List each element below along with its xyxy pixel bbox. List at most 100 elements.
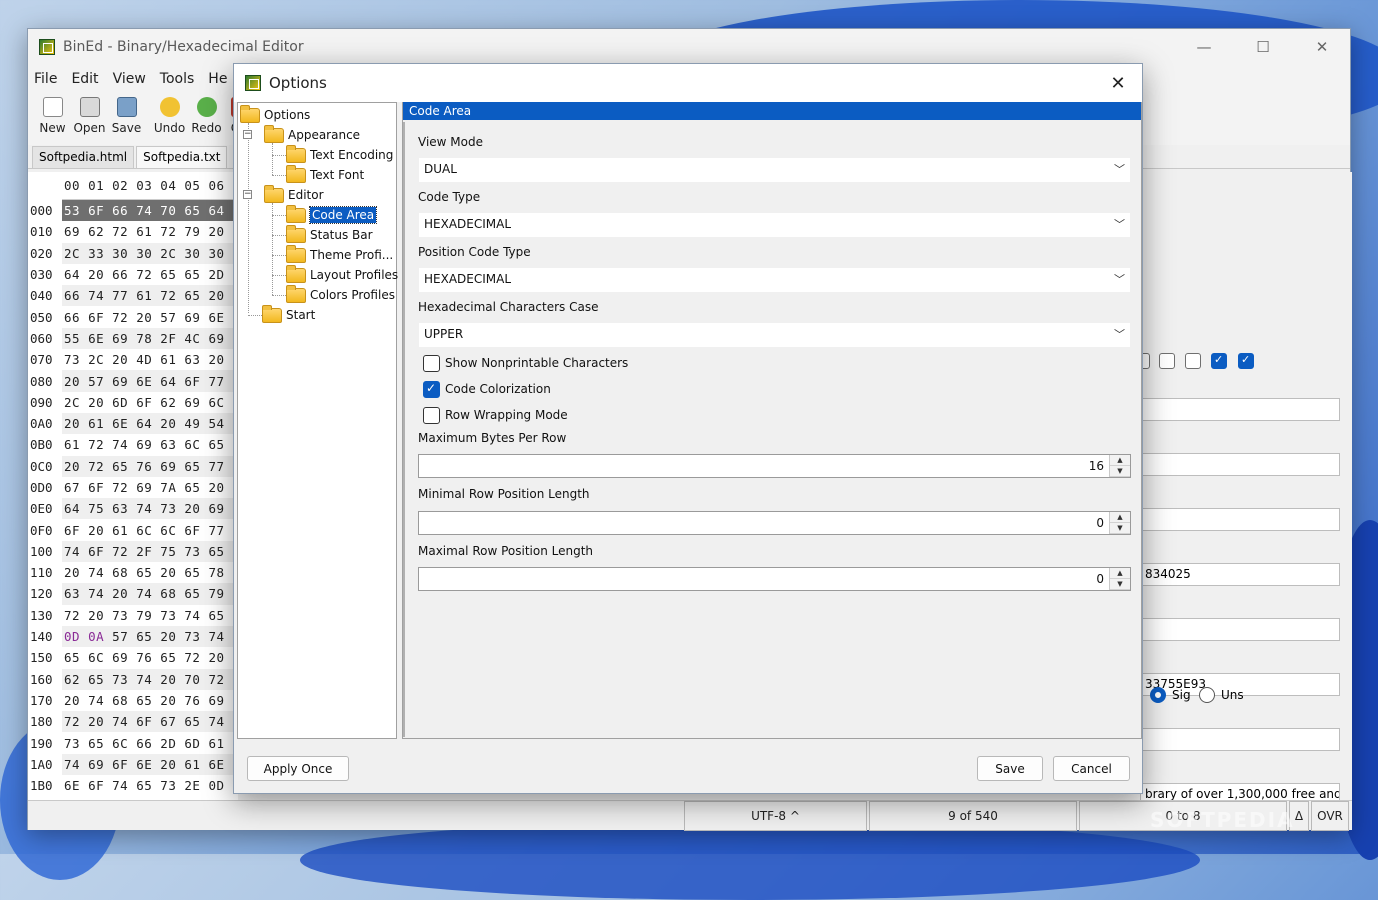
- row-bytes[interactable]: 64 20 66 72 65 65 2D: [62, 263, 238, 286]
- edit-mode-status[interactable]: OVR: [1311, 801, 1349, 831]
- hex-row[interactable]: 080 20 57 69 6E 64 6F 77: [28, 370, 238, 392]
- apply-once-button[interactable]: Apply Once: [247, 756, 349, 781]
- hex-row[interactable]: 150 65 6C 69 76 65 72 20: [28, 647, 238, 669]
- hex-row[interactable]: 090 2C 20 6D 6F 62 69 6C: [28, 391, 238, 413]
- tree-item-theme-profiles[interactable]: Theme Profi...: [286, 244, 393, 265]
- row-bytes[interactable]: 74 6F 72 2F 75 73 65: [62, 540, 238, 563]
- encoding-status[interactable]: UTF-8 ^: [684, 801, 867, 831]
- hex-row[interactable]: 0F0 6F 20 61 6C 6C 6F 77: [28, 519, 238, 541]
- value-field[interactable]: [1140, 728, 1340, 751]
- tab-softpedia-txt[interactable]: Softpedia.txt: [136, 146, 228, 168]
- max-row-pos-spinner[interactable]: 0 ▲ ▼: [418, 567, 1131, 591]
- hex-row[interactable]: 160 62 65 73 74 20 70 72: [28, 668, 238, 690]
- tree-item-colors-profiles[interactable]: Colors Profiles: [286, 284, 395, 305]
- hex-code-area[interactable]: 00 01 02 03 04 05 06 000 53 6F 66 74 70 6…: [28, 172, 238, 800]
- value-field[interactable]: [1140, 398, 1340, 421]
- hex-row[interactable]: 050 66 6F 72 20 57 69 6E: [28, 306, 238, 328]
- maximize-button[interactable]: ☐: [1234, 29, 1292, 65]
- new-button[interactable]: New: [34, 93, 71, 135]
- collapse-appearance-toggle[interactable]: −: [243, 130, 252, 139]
- value-checkbox-checked[interactable]: [1238, 353, 1254, 369]
- menu-file[interactable]: File: [34, 71, 57, 87]
- hex-row[interactable]: 120 63 74 20 74 68 65 79: [28, 583, 238, 605]
- menu-help[interactable]: He: [208, 71, 227, 87]
- row-bytes[interactable]: 69 62 72 61 72 79 20: [62, 221, 238, 243]
- row-bytes[interactable]: 53 6F 66 74 70 65 64: [62, 200, 238, 222]
- row-wrapping-checkbox[interactable]: Row Wrapping Mode: [423, 406, 568, 424]
- row-bytes[interactable]: 72 20 73 79 73 74 65: [62, 604, 238, 626]
- row-bytes[interactable]: 66 74 77 61 72 65 20: [62, 285, 238, 307]
- value-field[interactable]: [1140, 618, 1340, 641]
- checkbox-box[interactable]: [423, 406, 440, 424]
- value-field[interactable]: 834025: [1140, 563, 1340, 586]
- hex-row[interactable]: 000 53 6F 66 74 70 65 64: [28, 200, 238, 222]
- hex-row[interactable]: 110 20 74 68 65 20 65 78: [28, 562, 238, 584]
- close-window-button[interactable]: ✕: [1293, 29, 1351, 65]
- spin-up-icon[interactable]: ▲: [1110, 568, 1130, 579]
- row-bytes[interactable]: 20 72 65 76 69 65 77: [62, 455, 238, 477]
- undo-button[interactable]: Undo: [151, 93, 188, 135]
- hex-row[interactable]: 170 20 74 68 65 20 76 69: [28, 689, 238, 712]
- tree-item-appearance[interactable]: Appearance: [264, 124, 360, 145]
- value-field[interactable]: [1140, 453, 1340, 476]
- cancel-button[interactable]: Cancel: [1053, 756, 1130, 781]
- tree-item-editor[interactable]: Editor: [264, 184, 324, 205]
- show-nonprintable-checkbox[interactable]: Show Nonprintable Characters: [423, 354, 628, 372]
- row-bytes[interactable]: 0D 0A 57 65 20 73 74: [62, 625, 238, 648]
- hex-row[interactable]: 190 73 65 6C 66 2D 6D 61: [28, 732, 238, 754]
- hex-row[interactable]: 130 72 20 73 79 73 74 65: [28, 604, 238, 626]
- row-bytes[interactable]: 20 57 69 6E 64 6F 77: [62, 370, 238, 392]
- hex-row[interactable]: 040 66 74 77 61 72 65 20: [28, 285, 238, 307]
- hex-row[interactable]: 140 0D 0A 57 65 20 73 74: [28, 625, 238, 648]
- hex-row[interactable]: 180 72 20 74 6F 67 65 74: [28, 711, 238, 733]
- tree-item-code-area[interactable]: Code Area: [286, 204, 378, 225]
- row-bytes[interactable]: 61 72 74 69 63 6C 65: [62, 434, 238, 456]
- menu-edit[interactable]: Edit: [71, 71, 98, 87]
- signed-radio[interactable]: [1150, 687, 1166, 703]
- open-button[interactable]: Open: [71, 93, 108, 135]
- hex-row[interactable]: 0D0 67 6F 72 69 7A 65 20: [28, 476, 238, 499]
- hex-row[interactable]: 1A0 74 69 6F 6E 20 61 6E: [28, 753, 238, 776]
- row-bytes[interactable]: 64 75 63 74 73 20 69: [62, 498, 238, 520]
- row-bytes[interactable]: 62 65 73 74 20 70 72: [62, 668, 238, 690]
- value-checkbox[interactable]: [1159, 353, 1175, 369]
- redo-button[interactable]: Redo: [188, 93, 225, 135]
- code-type-select[interactable]: HEXADECIMAL ﹀: [419, 213, 1130, 237]
- save-toolbar-button[interactable]: Save: [108, 93, 145, 135]
- hex-row[interactable]: 0A0 20 61 6E 64 20 49 54: [28, 412, 238, 435]
- min-row-pos-spinner[interactable]: 0 ▲ ▼: [418, 511, 1131, 535]
- hex-row[interactable]: 0E0 64 75 63 74 73 20 69: [28, 498, 238, 520]
- spin-down-icon[interactable]: ▼: [1110, 523, 1130, 534]
- row-bytes[interactable]: 2C 20 6D 6F 62 69 6C: [62, 391, 238, 413]
- row-bytes[interactable]: 74 69 6F 6E 20 61 6E: [62, 753, 238, 776]
- collapse-editor-toggle[interactable]: −: [243, 190, 252, 199]
- row-bytes[interactable]: 6E 6F 74 65 73 2E 0D: [62, 775, 238, 797]
- row-bytes[interactable]: 2C 33 30 30 2C 30 30: [62, 242, 238, 264]
- position-code-type-select[interactable]: HEXADECIMAL ﹀: [419, 268, 1130, 292]
- minimize-button[interactable]: —: [1175, 29, 1233, 65]
- tab-softpedia-html[interactable]: Softpedia.html: [32, 146, 135, 168]
- row-bytes[interactable]: 20 61 6E 64 20 49 54: [62, 412, 238, 435]
- hex-row[interactable]: 030 64 20 66 72 65 65 2D: [28, 263, 238, 286]
- checkbox-box[interactable]: [423, 354, 440, 372]
- row-bytes[interactable]: 73 2C 20 4D 61 63 20: [62, 349, 238, 371]
- tree-item-start[interactable]: Start: [262, 304, 315, 325]
- row-bytes[interactable]: 72 20 74 6F 67 65 74: [62, 711, 238, 733]
- max-bytes-spinner[interactable]: 16 ▲ ▼: [418, 454, 1131, 478]
- row-bytes[interactable]: 20 74 68 65 20 65 78: [62, 562, 238, 584]
- menu-tools[interactable]: Tools: [160, 71, 195, 87]
- tree-item-text-font[interactable]: Text Font: [286, 164, 364, 185]
- hex-row[interactable]: 0C0 20 72 65 76 69 65 77: [28, 455, 238, 477]
- tree-item-layout-profiles[interactable]: Layout Profiles: [286, 264, 398, 285]
- tree-item-options[interactable]: Options: [240, 104, 310, 125]
- value-field[interactable]: [1140, 508, 1340, 531]
- spin-down-icon[interactable]: ▼: [1110, 579, 1130, 590]
- dialog-close-button[interactable]: ✕: [1102, 68, 1134, 98]
- row-bytes[interactable]: 63 74 20 74 68 65 79: [62, 583, 238, 605]
- row-bytes[interactable]: 73 65 6C 66 2D 6D 61: [62, 732, 238, 754]
- tree-item-text-encoding[interactable]: Text Encoding: [286, 144, 393, 165]
- spin-up-icon[interactable]: ▲: [1110, 512, 1130, 523]
- hex-row[interactable]: 020 2C 33 30 30 2C 30 30: [28, 242, 238, 264]
- hex-row[interactable]: 010 69 62 72 61 72 79 20: [28, 221, 238, 243]
- hex-row[interactable]: 070 73 2C 20 4D 61 63 20: [28, 349, 238, 371]
